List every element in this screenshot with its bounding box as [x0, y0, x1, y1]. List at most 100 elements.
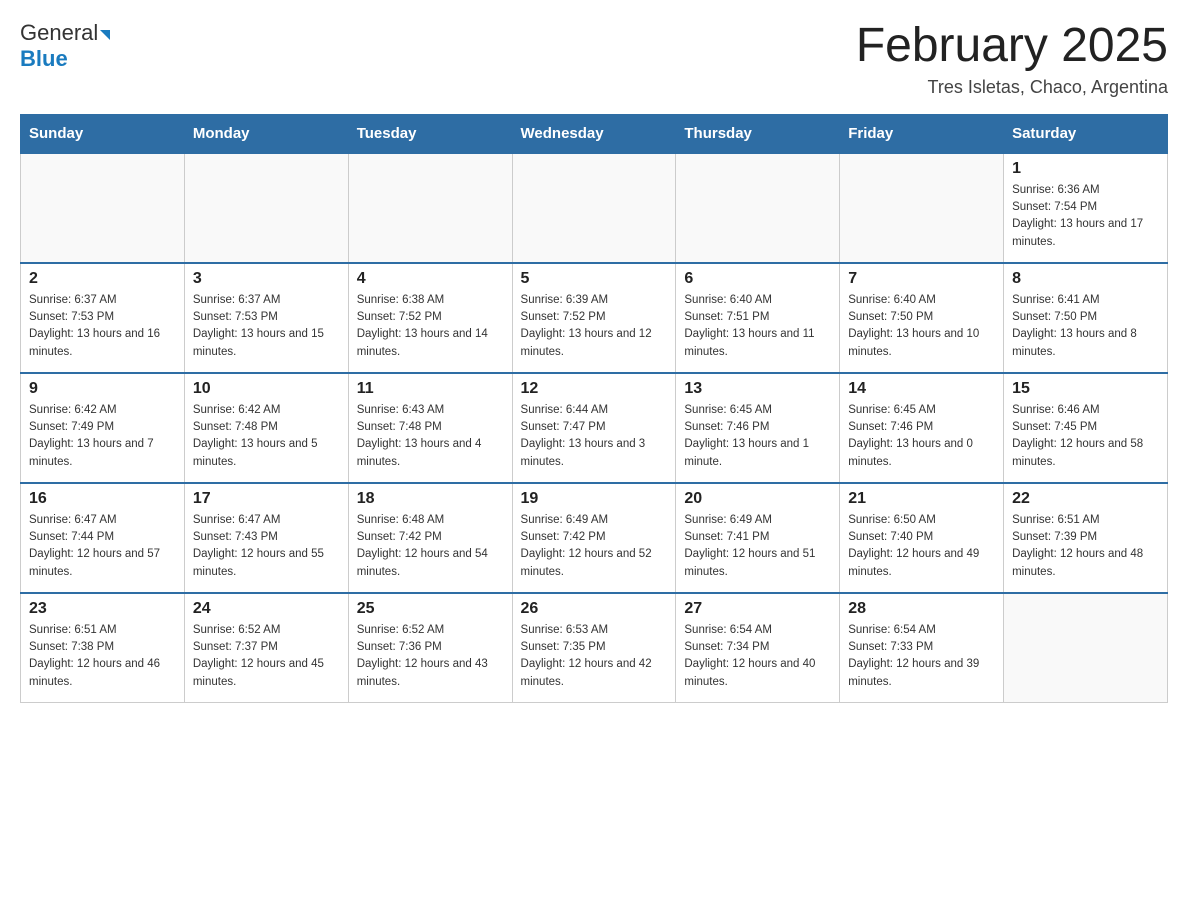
day-number: 10: [193, 380, 340, 398]
day-info: Sunrise: 6:50 AMSunset: 7:40 PMDaylight:…: [848, 512, 995, 581]
day-number: 3: [193, 270, 340, 288]
logo-arrow-icon: [100, 30, 110, 40]
calendar-cell: [184, 153, 348, 263]
day-info: Sunrise: 6:43 AMSunset: 7:48 PMDaylight:…: [357, 402, 504, 471]
week-row-1: 2 Sunrise: 6:37 AMSunset: 7:53 PMDaylight…: [21, 263, 1168, 373]
page-subtitle: Tres Isletas, Chaco, Argentina: [856, 77, 1168, 98]
calendar-cell: 9 Sunrise: 6:42 AMSunset: 7:49 PMDaylight…: [21, 373, 185, 483]
logo-line2: Blue: [20, 46, 68, 71]
day-info: Sunrise: 6:36 AMSunset: 7:54 PMDaylight:…: [1012, 182, 1159, 251]
day-number: 15: [1012, 380, 1159, 398]
day-number: 11: [357, 380, 504, 398]
logo-line1: General: [20, 20, 98, 46]
day-info: Sunrise: 6:42 AMSunset: 7:48 PMDaylight:…: [193, 402, 340, 471]
calendar-cell: [21, 153, 185, 263]
week-row-3: 16Sunrise: 6:47 AMSunset: 7:44 PMDayligh…: [21, 483, 1168, 593]
day-info: Sunrise: 6:45 AMSunset: 7:46 PMDaylight:…: [848, 402, 995, 471]
day-number: 21: [848, 490, 995, 508]
day-number: 27: [684, 600, 831, 618]
calendar-cell: 18 Sunrise: 6:48 AMSunset: 7:42 PMDayligh…: [348, 483, 512, 593]
header-friday: Friday: [840, 114, 1004, 153]
day-number: 14: [848, 380, 995, 398]
calendar-cell: 5Sunrise: 6:39 AMSunset: 7:52 PMDaylight…: [512, 263, 676, 373]
calendar-cell: 13Sunrise: 6:45 AMSunset: 7:46 PMDayligh…: [676, 373, 840, 483]
week-row-4: 23 Sunrise: 6:51 AMSunset: 7:38 PMDayligh…: [21, 593, 1168, 703]
calendar-cell: 2 Sunrise: 6:37 AMSunset: 7:53 PMDaylight…: [21, 263, 185, 373]
calendar-cell: [512, 153, 676, 263]
calendar-cell: 3 Sunrise: 6:37 AMSunset: 7:53 PMDaylight…: [184, 263, 348, 373]
day-info: Sunrise: 6:54 AMSunset: 7:34 PMDaylight:…: [684, 622, 831, 691]
calendar-cell: 12Sunrise: 6:44 AMSunset: 7:47 PMDayligh…: [512, 373, 676, 483]
header-wednesday: Wednesday: [512, 114, 676, 153]
day-info: Sunrise: 6:37 AMSunset: 7:53 PMDaylight:…: [29, 292, 176, 361]
day-number: 2: [29, 270, 176, 288]
logo: General Blue: [20, 20, 110, 72]
day-info: Sunrise: 6:51 AMSunset: 7:38 PMDaylight:…: [29, 622, 176, 691]
calendar-cell: 17 Sunrise: 6:47 AMSunset: 7:43 PMDayligh…: [184, 483, 348, 593]
day-number: 7: [848, 270, 995, 288]
day-number: 19: [521, 490, 668, 508]
day-number: 17: [193, 490, 340, 508]
day-number: 6: [684, 270, 831, 288]
day-info: Sunrise: 6:42 AMSunset: 7:49 PMDaylight:…: [29, 402, 176, 471]
calendar-cell: 27 Sunrise: 6:54 AMSunset: 7:34 PMDayligh…: [676, 593, 840, 703]
header-monday: Monday: [184, 114, 348, 153]
calendar-cell: 24Sunrise: 6:52 AMSunset: 7:37 PMDayligh…: [184, 593, 348, 703]
calendar-cell: 23 Sunrise: 6:51 AMSunset: 7:38 PMDayligh…: [21, 593, 185, 703]
day-info: Sunrise: 6:46 AMSunset: 7:45 PMDaylight:…: [1012, 402, 1159, 471]
calendar-cell: [1004, 593, 1168, 703]
header-saturday: Saturday: [1004, 114, 1168, 153]
day-number: 23: [29, 600, 176, 618]
page-header: General Blue February 2025 Tres Isletas,…: [20, 20, 1168, 98]
day-number: 1: [1012, 160, 1159, 178]
calendar-cell: [676, 153, 840, 263]
calendar-cell: 28 Sunrise: 6:54 AMSunset: 7:33 PMDayligh…: [840, 593, 1004, 703]
day-number: 16: [29, 490, 176, 508]
calendar-table: SundayMondayTuesdayWednesdayThursdayFrid…: [20, 114, 1168, 704]
calendar-cell: 4 Sunrise: 6:38 AMSunset: 7:52 PMDaylight…: [348, 263, 512, 373]
day-number: 8: [1012, 270, 1159, 288]
day-number: 25: [357, 600, 504, 618]
day-info: Sunrise: 6:37 AMSunset: 7:53 PMDaylight:…: [193, 292, 340, 361]
week-row-0: 1 Sunrise: 6:36 AMSunset: 7:54 PMDaylight…: [21, 153, 1168, 263]
calendar-cell: 7 Sunrise: 6:40 AMSunset: 7:50 PMDaylight…: [840, 263, 1004, 373]
day-info: Sunrise: 6:41 AMSunset: 7:50 PMDaylight:…: [1012, 292, 1159, 361]
day-info: Sunrise: 6:40 AMSunset: 7:51 PMDaylight:…: [684, 292, 831, 361]
day-info: Sunrise: 6:51 AMSunset: 7:39 PMDaylight:…: [1012, 512, 1159, 581]
day-info: Sunrise: 6:38 AMSunset: 7:52 PMDaylight:…: [357, 292, 504, 361]
header-tuesday: Tuesday: [348, 114, 512, 153]
calendar-body: 1 Sunrise: 6:36 AMSunset: 7:54 PMDaylight…: [21, 153, 1168, 703]
calendar-cell: 21 Sunrise: 6:50 AMSunset: 7:40 PMDayligh…: [840, 483, 1004, 593]
calendar-header: SundayMondayTuesdayWednesdayThursdayFrid…: [21, 114, 1168, 153]
day-number: 18: [357, 490, 504, 508]
day-info: Sunrise: 6:53 AMSunset: 7:35 PMDaylight:…: [521, 622, 668, 691]
day-info: Sunrise: 6:49 AMSunset: 7:42 PMDaylight:…: [521, 512, 668, 581]
calendar-cell: [840, 153, 1004, 263]
calendar-cell: 10 Sunrise: 6:42 AMSunset: 7:48 PMDayligh…: [184, 373, 348, 483]
day-info: Sunrise: 6:45 AMSunset: 7:46 PMDaylight:…: [684, 402, 831, 471]
calendar-cell: [348, 153, 512, 263]
header-row: SundayMondayTuesdayWednesdayThursdayFrid…: [21, 114, 1168, 153]
day-info: Sunrise: 6:47 AMSunset: 7:43 PMDaylight:…: [193, 512, 340, 581]
calendar-cell: 25 Sunrise: 6:52 AMSunset: 7:36 PMDayligh…: [348, 593, 512, 703]
day-number: 28: [848, 600, 995, 618]
day-number: 20: [684, 490, 831, 508]
day-info: Sunrise: 6:52 AMSunset: 7:37 PMDaylight:…: [193, 622, 340, 691]
day-info: Sunrise: 6:48 AMSunset: 7:42 PMDaylight:…: [357, 512, 504, 581]
day-info: Sunrise: 6:44 AMSunset: 7:47 PMDaylight:…: [521, 402, 668, 471]
calendar-cell: 15 Sunrise: 6:46 AMSunset: 7:45 PMDayligh…: [1004, 373, 1168, 483]
calendar-cell: 11 Sunrise: 6:43 AMSunset: 7:48 PMDayligh…: [348, 373, 512, 483]
day-info: Sunrise: 6:52 AMSunset: 7:36 PMDaylight:…: [357, 622, 504, 691]
header-thursday: Thursday: [676, 114, 840, 153]
day-info: Sunrise: 6:40 AMSunset: 7:50 PMDaylight:…: [848, 292, 995, 361]
calendar-cell: 22 Sunrise: 6:51 AMSunset: 7:39 PMDayligh…: [1004, 483, 1168, 593]
day-number: 9: [29, 380, 176, 398]
calendar-cell: 8 Sunrise: 6:41 AMSunset: 7:50 PMDaylight…: [1004, 263, 1168, 373]
day-number: 5: [521, 270, 668, 288]
day-number: 4: [357, 270, 504, 288]
calendar-cell: 19 Sunrise: 6:49 AMSunset: 7:42 PMDayligh…: [512, 483, 676, 593]
day-number: 22: [1012, 490, 1159, 508]
header-sunday: Sunday: [21, 114, 185, 153]
day-info: Sunrise: 6:49 AMSunset: 7:41 PMDaylight:…: [684, 512, 831, 581]
day-info: Sunrise: 6:54 AMSunset: 7:33 PMDaylight:…: [848, 622, 995, 691]
